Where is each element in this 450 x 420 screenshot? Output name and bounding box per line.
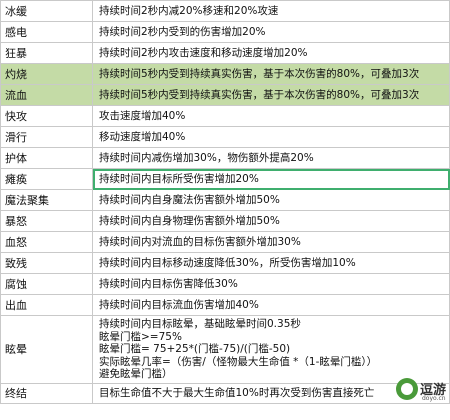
stun-line: 实际眩晕几率=（伤害/（怪物最大生命值 *（1-眩晕门槛）） xyxy=(99,355,378,368)
effect-name: 快攻 xyxy=(0,105,93,127)
effect-desc[interactable]: 持续时间内目标所受伤害增加20% xyxy=(92,168,450,190)
effects-table: 冰缓 持续时间2秒内减20%移速和20%攻速 感电 持续时间2秒内受到的伤害增加… xyxy=(0,0,450,404)
effect-desc: 持续时间内目标移动速度降低30%，所受伤害增加10% xyxy=(92,252,450,274)
effect-name: 暴怒 xyxy=(0,210,93,232)
table-row: 致残 持续时间内目标移动速度降低30%，所受伤害增加10% xyxy=(0,252,450,274)
effect-name: 魔法聚集 xyxy=(0,189,93,211)
effect-desc: 持续时间内自身物理伤害额外增加50% xyxy=(92,210,450,232)
effect-desc: 持续时间2秒内攻击速度和移动速度增加20% xyxy=(92,42,450,64)
effect-name: 眩晕 xyxy=(0,315,93,384)
table-row: 灼烧 持续时间5秒内受到持续真实伤害，基于本次伤害的80%，可叠加3次 xyxy=(0,63,450,85)
effect-desc: 持续时间2秒内受到的伤害增加20% xyxy=(92,21,450,43)
effect-desc: 攻击速度增加40% xyxy=(92,105,450,127)
effect-name: 终结 xyxy=(0,383,93,404)
effect-name: 出血 xyxy=(0,294,93,316)
table-row: 护体 持续时间内减伤增加30%，物伤额外提高20% xyxy=(0,147,450,169)
effect-desc: 持续时间内目标眩晕，基础眩晕时间0.35秒 眩晕门槛>=75% 眩晕门槛= 75… xyxy=(92,315,450,384)
effect-desc: 持续时间内目标流血伤害增加40% xyxy=(92,294,450,316)
table-row: 魔法聚集 持续时间内自身魔法伤害额外增加50% xyxy=(0,189,450,211)
effect-name: 腐蚀 xyxy=(0,273,93,295)
table-row: 流血 持续时间5秒内受到持续真实伤害，基于本次伤害的80%，可叠加3次 xyxy=(0,84,450,106)
effect-name: 血怒 xyxy=(0,231,93,253)
table-row: 瘫痪 持续时间内目标所受伤害增加20% xyxy=(0,168,450,190)
effect-name: 滑行 xyxy=(0,126,93,148)
table-row: 腐蚀 持续时间内目标伤害降低30% xyxy=(0,273,450,295)
effect-name: 护体 xyxy=(0,147,93,169)
effect-desc: 持续时间5秒内受到持续真实伤害，基于本次伤害的80%，可叠加3次 xyxy=(92,84,450,106)
watermark-sub: doyo.cn xyxy=(422,395,446,402)
effect-desc: 持续时间内减伤增加30%，物伤额外提高20% xyxy=(92,147,450,169)
effect-name: 致残 xyxy=(0,252,93,274)
table-row: 感电 持续时间2秒内受到的伤害增加20% xyxy=(0,21,450,43)
table-row: 眩晕 持续时间内目标眩晕，基础眩晕时间0.35秒 眩晕门槛>=75% 眩晕门槛=… xyxy=(0,315,450,384)
effect-name: 灼烧 xyxy=(0,63,93,85)
effect-desc: 移动速度增加40% xyxy=(92,126,450,148)
table-row: 滑行 移动速度增加40% xyxy=(0,126,450,148)
effect-name: 瘫痪 xyxy=(0,168,93,190)
table-row: 狂暴 持续时间2秒内攻击速度和移动速度增加20% xyxy=(0,42,450,64)
effect-name: 冰缓 xyxy=(0,0,93,22)
effect-desc: 持续时间内对流血的目标伤害额外增加30% xyxy=(92,231,450,253)
table-row: 终结 目标生命值不大于最大生命值10%时再次受到伤害直接死亡 xyxy=(0,383,450,404)
table-row: 出血 持续时间内目标流血伤害增加40% xyxy=(0,294,450,316)
effect-desc: 持续时间5秒内受到持续真实伤害，基于本次伤害的80%，可叠加3次 xyxy=(92,63,450,85)
stun-line: 眩晕门槛>=75% xyxy=(99,330,182,343)
effect-name: 流血 xyxy=(0,84,93,106)
effect-desc: 持续时间2秒内减20%移速和20%攻速 xyxy=(92,0,450,22)
stun-line: 持续时间内目标眩晕，基础眩晕时间0.35秒 xyxy=(99,318,301,331)
table-row: 暴怒 持续时间内自身物理伤害额外增加50% xyxy=(0,210,450,232)
effect-desc: 持续时间内自身魔法伤害额外增加50% xyxy=(92,189,450,211)
logo-icon xyxy=(396,378,418,400)
table-row: 血怒 持续时间内对流血的目标伤害额外增加30% xyxy=(0,231,450,253)
effect-desc: 持续时间内目标伤害降低30% xyxy=(92,273,450,295)
table-row: 冰缓 持续时间2秒内减20%移速和20%攻速 xyxy=(0,0,450,22)
stun-line: 眩晕门槛= 75+25*(门槛-75)/(门槛-50) xyxy=(99,343,291,356)
site-watermark-logo: 逗游 doyo.cn xyxy=(396,378,448,406)
table-row: 快攻 攻击速度增加40% xyxy=(0,105,450,127)
effect-name: 感电 xyxy=(0,21,93,43)
effect-name: 狂暴 xyxy=(0,42,93,64)
